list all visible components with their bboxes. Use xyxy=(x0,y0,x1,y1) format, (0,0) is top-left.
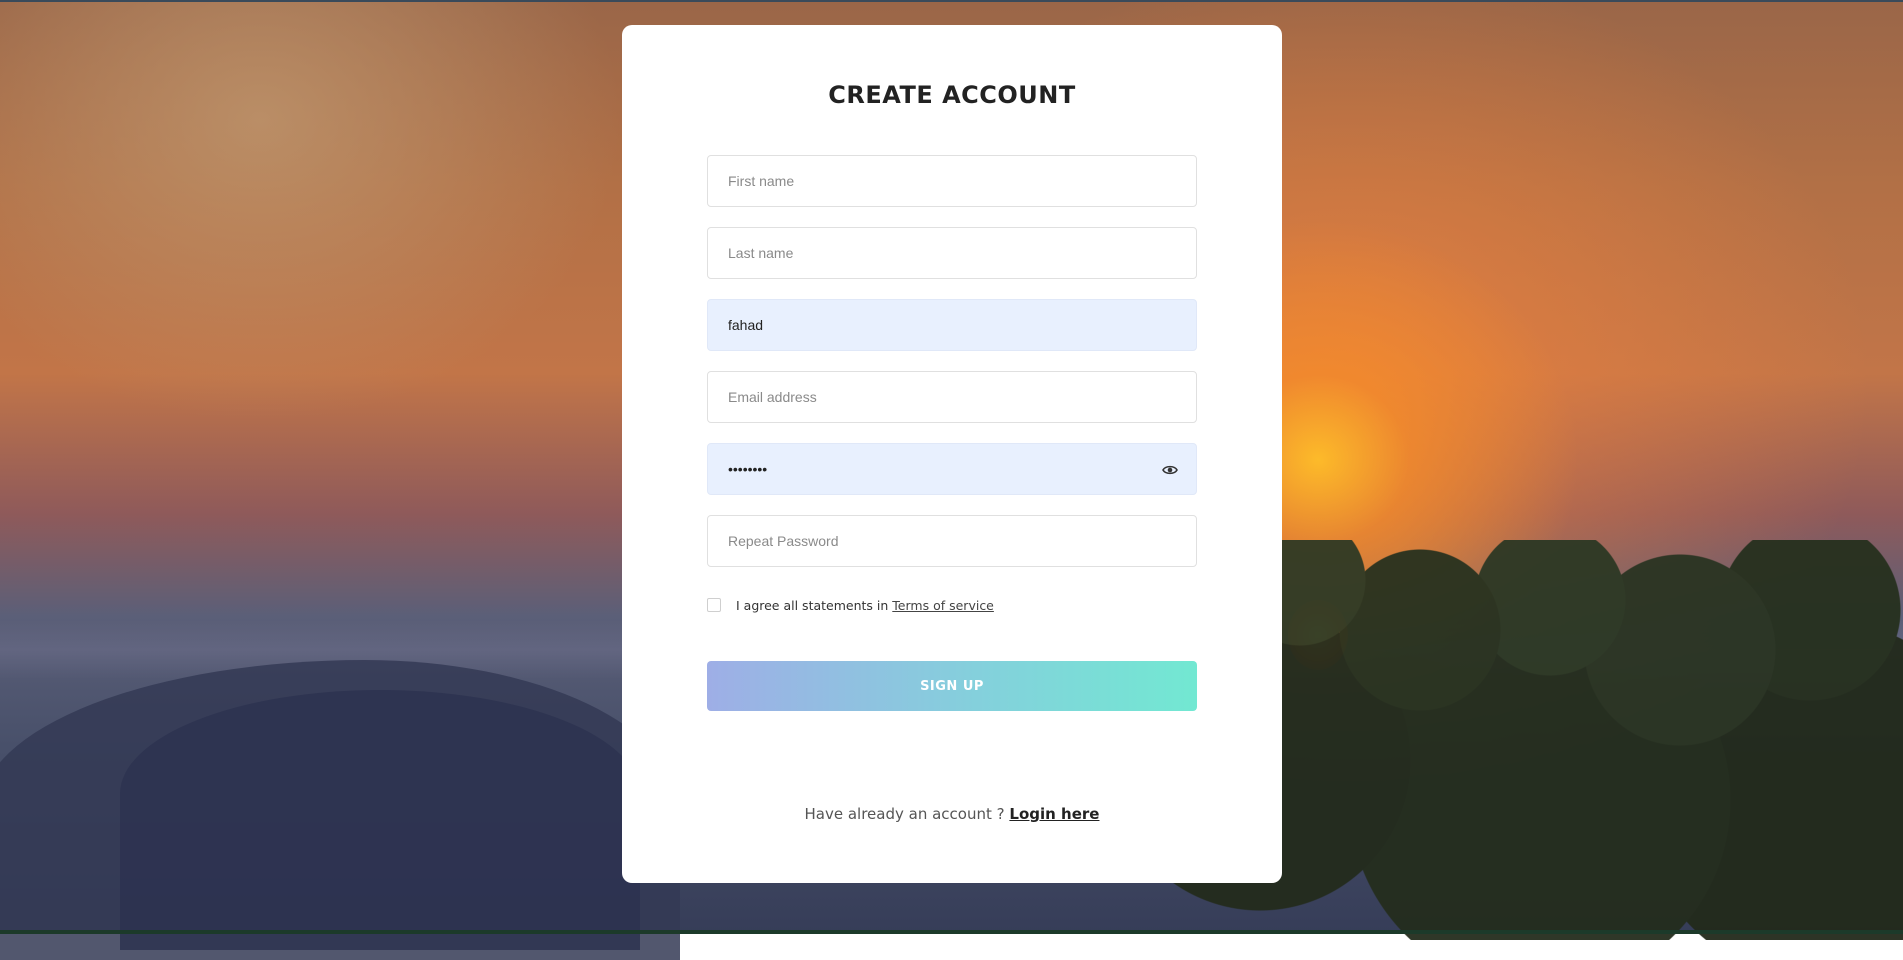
username-input[interactable] xyxy=(707,299,1197,351)
sign-up-button[interactable]: SIGN UP xyxy=(707,661,1197,711)
page-title: CREATE ACCOUNT xyxy=(828,81,1076,109)
bottom-edge xyxy=(0,930,1903,934)
eye-icon[interactable] xyxy=(1162,462,1178,478)
first-name-input[interactable] xyxy=(707,155,1197,207)
terms-checkbox[interactable] xyxy=(707,598,721,612)
last-name-input[interactable] xyxy=(707,227,1197,279)
password-input[interactable] xyxy=(707,443,1197,495)
top-edge xyxy=(0,0,1903,2)
background-hill xyxy=(120,690,640,950)
terms-label: I agree all statements in xyxy=(736,597,889,613)
login-prompt-row: Have already an account ? Login here xyxy=(622,805,1282,823)
login-prompt-text: Have already an account ? xyxy=(804,805,1005,823)
terms-agreement: I agree all statements in Terms of servi… xyxy=(707,596,994,614)
email-input[interactable] xyxy=(707,371,1197,423)
repeat-password-input[interactable] xyxy=(707,515,1197,567)
signup-card: CREATE ACCOUNT I agree all statements in… xyxy=(622,25,1282,883)
login-here-link[interactable]: Login here xyxy=(1009,805,1099,823)
terms-of-service-link[interactable]: Terms of service xyxy=(892,598,994,613)
